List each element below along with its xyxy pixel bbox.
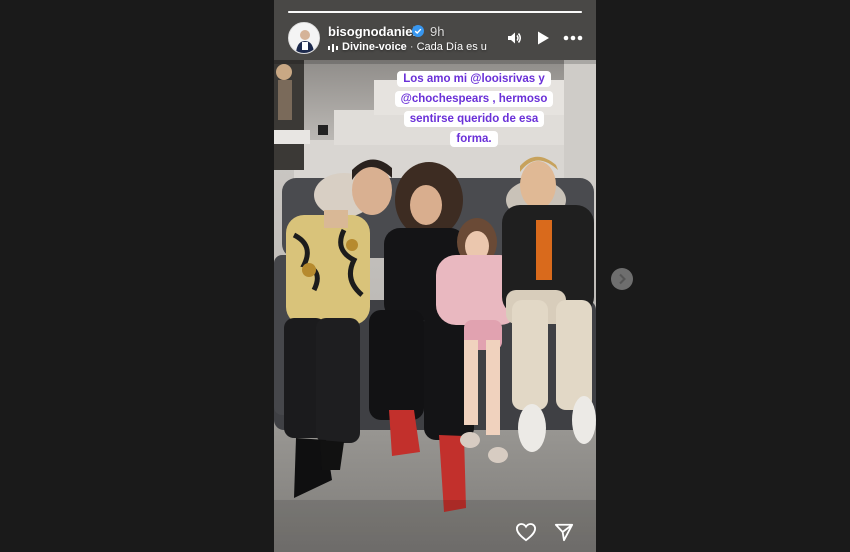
music-separator: ·: [409, 41, 414, 53]
audio-button[interactable]: [504, 28, 524, 48]
heart-icon: [515, 523, 537, 542]
caption-line-4: forma.: [450, 131, 498, 147]
music-info[interactable]: Divine-voice · Cada Día es u: [342, 41, 487, 53]
speaker-icon: [508, 32, 521, 44]
story-header: bisognodaniel 9h Divine-voice · Cada Día…: [288, 22, 584, 58]
story-viewer: bisognodaniel 9h Divine-voice · Cada Día…: [0, 0, 850, 552]
story-caption: Los amo mi @looisrivas y @chochespears ,…: [379, 69, 569, 149]
story-progress-fill: [288, 11, 582, 13]
paper-plane-icon: [554, 523, 574, 542]
story-time: 9h: [430, 24, 445, 39]
next-story-button[interactable]: [611, 268, 633, 290]
music-title: Cada Día es u: [416, 41, 487, 53]
like-button[interactable]: [513, 519, 539, 545]
play-button[interactable]: [533, 28, 553, 48]
music-artist: Divine-voice: [342, 41, 407, 53]
more-options-button[interactable]: [562, 28, 584, 48]
caption-line-1: Los amo mi @looisrivas y: [397, 71, 551, 87]
caption-line-3: sentirse querido de esa: [403, 111, 545, 127]
music-bars-icon: [328, 44, 338, 52]
story-progress-bar: [288, 11, 582, 13]
share-button[interactable]: [551, 519, 577, 545]
caption-line-2: @chochespears , hermoso: [394, 91, 554, 107]
chevron-right-icon: [619, 273, 626, 285]
story-frame[interactable]: bisognodaniel 9h Divine-voice · Cada Día…: [274, 0, 596, 552]
story-username[interactable]: bisognodaniel: [328, 24, 416, 39]
more-horizontal-icon: [563, 35, 583, 41]
avatar[interactable]: [288, 22, 320, 54]
verified-badge-icon: [412, 25, 424, 37]
play-icon: [538, 31, 549, 45]
